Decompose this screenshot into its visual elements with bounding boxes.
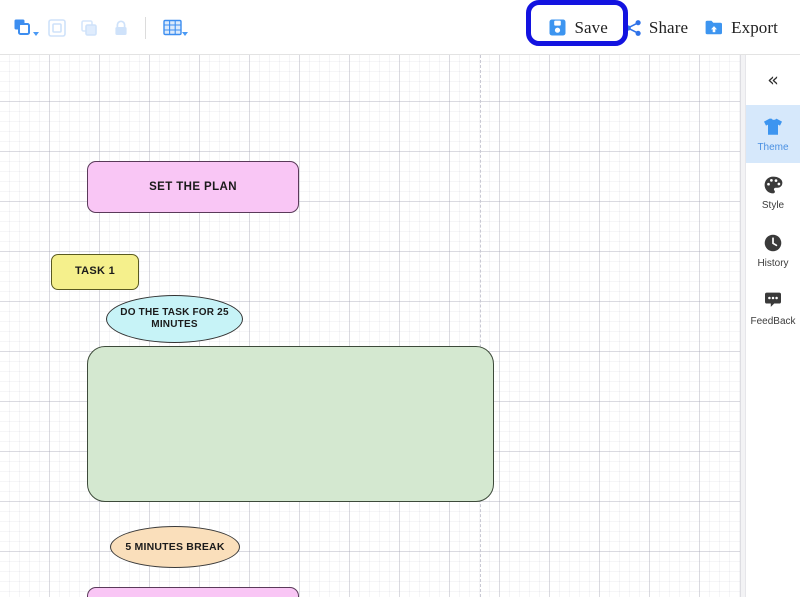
toolbar-actions-group: Save Share Export	[526, 0, 786, 55]
shape-task-1[interactable]: TASK 1	[51, 254, 139, 290]
share-nodes-icon	[625, 19, 641, 36]
clock-icon	[762, 232, 784, 254]
sidebar-item-style[interactable]: Style	[746, 163, 800, 221]
sidebar-label-style: Style	[761, 199, 785, 211]
app-window: Save Share Export SET THE PLAN TASK 1 DO…	[0, 0, 800, 597]
bring-to-front-icon	[81, 19, 97, 36]
shape-do-the-task[interactable]: DO THE TASK FOR 25 MINUTES	[106, 295, 243, 343]
sidebar-label-history: History	[757, 257, 789, 269]
shape-five-minutes-break[interactable]: 5 MINUTES BREAK	[110, 526, 240, 568]
sidebar-item-theme[interactable]: Theme	[746, 105, 800, 163]
toolbar-divider	[145, 16, 146, 39]
sidebar-label-theme: Theme	[757, 141, 789, 153]
table-grid-icon	[162, 19, 182, 36]
top-toolbar: Save Share Export	[0, 0, 800, 55]
chevron-double-left-icon: «	[767, 68, 779, 91]
chevron-down-icon	[33, 31, 39, 36]
frame-button[interactable]	[42, 13, 72, 43]
save-button[interactable]: Save	[540, 14, 615, 42]
save-label: Save	[574, 17, 608, 37]
folder-upload-icon	[705, 20, 723, 35]
shape-label: 5 MINUTES BREAK	[125, 540, 225, 553]
export-label: Export	[731, 17, 778, 37]
chevron-down-icon	[182, 31, 188, 36]
share-button[interactable]: Share	[616, 14, 696, 42]
shapes-overlap-icon	[14, 19, 30, 35]
sidebar-label-feedback: FeedBack	[750, 315, 796, 327]
save-button-wrapper: Save	[526, 0, 629, 46]
lock-button[interactable]	[106, 13, 136, 43]
shape-set-the-plan[interactable]: SET THE PLAN	[87, 161, 299, 213]
share-label: Share	[648, 17, 689, 37]
palette-icon	[762, 174, 784, 196]
shape-label: SET THE PLAN	[149, 180, 237, 193]
sidebar-item-feedback[interactable]: FeedBack	[746, 279, 800, 337]
shape-label: TASK 1	[74, 265, 116, 278]
shape-green-container[interactable]	[87, 346, 494, 502]
comment-dots-icon	[762, 290, 784, 312]
shape-continue-the-task[interactable]: CONTINUE THE TASK	[87, 587, 299, 597]
tshirt-icon	[762, 116, 784, 138]
bring-to-front-button[interactable]	[74, 13, 104, 43]
export-button[interactable]: Export	[696, 14, 786, 42]
shapes-overlap-button[interactable]	[6, 13, 40, 43]
floppy-disk-icon	[549, 19, 566, 36]
diagram-canvas[interactable]: SET THE PLAN TASK 1 DO THE TASK FOR 25 M…	[0, 55, 740, 597]
shape-label: DO THE TASK FOR 25 MINUTES	[120, 306, 229, 330]
page-break-line	[480, 55, 481, 597]
collapse-sidebar-button[interactable]: «	[746, 55, 800, 105]
frame-icon	[48, 18, 66, 37]
table-button[interactable]	[155, 13, 189, 43]
right-sidebar: « Theme Style History FeedBack	[745, 55, 800, 597]
toolbar-left-group	[6, 0, 189, 55]
lock-icon	[115, 19, 127, 35]
sidebar-item-history[interactable]: History	[746, 221, 800, 279]
